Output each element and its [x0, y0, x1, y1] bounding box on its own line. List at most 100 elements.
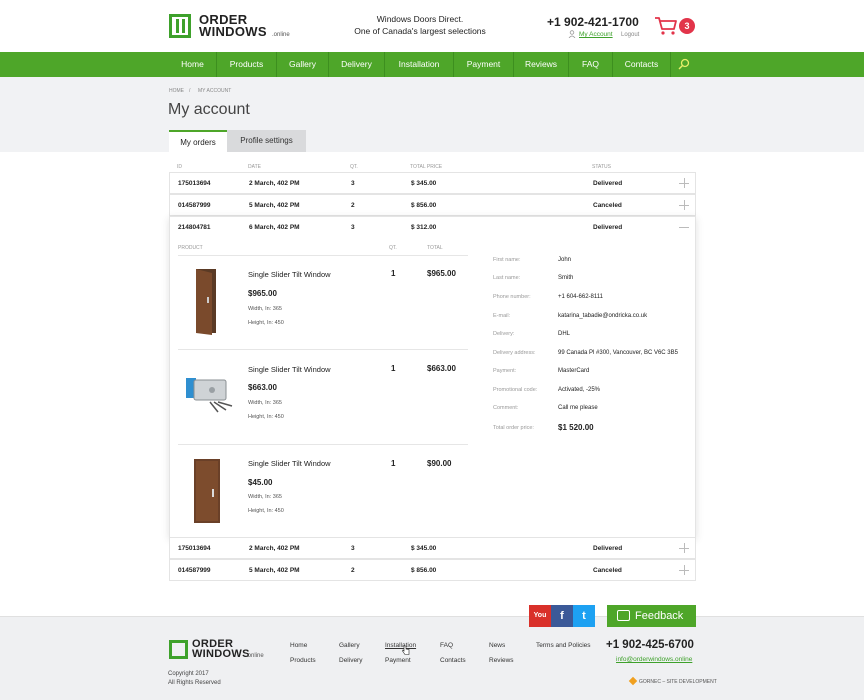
footer-logo-windows[interactable]: WINDOWS [192, 649, 250, 660]
product-name[interactable]: Single Slider Tilt Window [248, 365, 331, 374]
footer-link-installation[interactable]: Installation [385, 642, 416, 649]
info-value-address: 99 Canada Pl #300, Vancouver, BC V6C 3B5 [558, 350, 678, 356]
order-id: 175013694 [178, 545, 211, 552]
tab-profile-settings[interactable]: Profile settings [227, 130, 306, 152]
footer-link-delivery[interactable]: Delivery [339, 657, 362, 664]
product-qty: 1 [391, 459, 396, 468]
order-total: $ 345.00 [411, 545, 437, 552]
product-price: $45.00 [248, 478, 273, 487]
footer-link-faq[interactable]: FAQ [440, 642, 453, 649]
footer-logo-icon[interactable] [169, 640, 188, 659]
feedback-button[interactable]: Feedback [607, 605, 696, 627]
developer-credit[interactable]: GORNEC – SITE DEVELOPMENT [639, 679, 717, 685]
youtube-icon[interactable]: You [529, 605, 551, 627]
info-value-promo: Activated, -25% [558, 387, 601, 393]
footer-link-news[interactable]: News [489, 642, 505, 649]
info-value-payment: MasterCard [558, 368, 590, 374]
chat-icon [617, 610, 630, 621]
product-total: $663.00 [427, 364, 456, 373]
logo-text-windows[interactable]: WINDOWS [199, 25, 267, 38]
order-qty: 2 [351, 202, 355, 209]
expand-plus-icon[interactable] [679, 565, 689, 575]
product-height: Height, In: 450 [248, 320, 284, 326]
order-status: Delivered [593, 224, 623, 231]
nav-contacts[interactable]: Contacts [613, 52, 671, 77]
footer-link-products[interactable]: Products [290, 657, 316, 664]
logout-link[interactable]: Logout [621, 32, 639, 38]
order-qty: 2 [351, 567, 355, 574]
order-total: $ 312.00 [411, 224, 437, 231]
nav-reviews[interactable]: Reviews [514, 52, 569, 77]
table-row[interactable]: 175013694 2 March, 402 PM 3 $ 345.00 Del… [169, 537, 696, 559]
footer-link-payment[interactable]: Payment [385, 657, 411, 664]
info-value-comment: Call me please [558, 405, 598, 411]
nav-payment[interactable]: Payment [454, 52, 514, 77]
logo-icon[interactable] [169, 14, 191, 38]
nav-installation[interactable]: Installation [385, 52, 454, 77]
footer-link-terms[interactable]: Terms and Policies [536, 642, 591, 649]
tab-my-orders[interactable]: My orders [169, 130, 227, 152]
footer-phone[interactable]: +1 902-425-6700 [606, 639, 694, 651]
product-name[interactable]: Single Slider Tilt Window [248, 459, 331, 468]
product-width: Width, In: 365 [248, 306, 282, 312]
expanded-order-row[interactable]: 214804781 6 March, 402 PM 3 $ 312.00 Del… [170, 217, 695, 239]
product-height: Height, In: 450 [248, 508, 284, 514]
info-label-comment: Comment: [493, 405, 519, 411]
collapse-minus-icon[interactable] [679, 222, 689, 232]
footer-link-gallery[interactable]: Gallery [339, 642, 360, 649]
expand-plus-icon[interactable] [679, 178, 689, 188]
info-value-total: $1 520.00 [558, 423, 594, 432]
nav-gallery[interactable]: Gallery [277, 52, 329, 77]
search-icon[interactable] [678, 58, 690, 70]
order-id: 014587999 [178, 202, 211, 209]
order-qty: 3 [351, 180, 355, 187]
account-header-band [0, 77, 864, 152]
cart-icon[interactable] [654, 16, 678, 36]
my-account-link[interactable]: My Account [579, 31, 613, 38]
product-width: Width, In: 365 [248, 494, 282, 500]
info-label-promo: Promotional code: [493, 387, 538, 393]
nav-delivery[interactable]: Delivery [329, 52, 385, 77]
twitter-icon[interactable]: t [573, 605, 595, 627]
lock-product-image[interactable] [182, 372, 240, 414]
order-id: 014587999 [178, 567, 211, 574]
nav-faq[interactable]: FAQ [569, 52, 613, 77]
info-value-first-name: John [558, 257, 572, 263]
door-product-image[interactable] [188, 455, 228, 527]
product-total-header: TOTAL [427, 245, 443, 251]
footer-link-contacts[interactable]: Contacts [440, 657, 466, 664]
product-height: Height, In: 450 [248, 414, 284, 420]
footer-email[interactable]: info@orderwindows.online [616, 656, 692, 663]
divider [178, 255, 468, 256]
col-header-qty: QT. [350, 164, 358, 170]
expand-plus-icon[interactable] [679, 200, 689, 210]
door-product-image[interactable] [186, 265, 226, 337]
info-value-last-name: Smith [558, 275, 574, 281]
info-label-email: E-mail: [493, 313, 511, 319]
product-width: Width, In: 365 [248, 400, 282, 406]
order-total: $ 856.00 [411, 567, 437, 574]
header-phone[interactable]: +1 902-421-1700 [547, 15, 639, 29]
table-row[interactable]: 175013694 2 March, 402 PM 3 $ 345.00 Del… [169, 172, 696, 194]
user-icon [568, 30, 576, 39]
nav-home[interactable]: Home [169, 52, 217, 77]
table-row[interactable]: 014587999 5 March, 402 PM 2 $ 856.00 Can… [169, 194, 696, 216]
order-date: 5 March, 402 PM [249, 202, 300, 209]
facebook-icon[interactable]: f [551, 605, 573, 627]
nav-products[interactable]: Products [217, 52, 277, 77]
product-name[interactable]: Single Slider Tilt Window [248, 270, 331, 279]
cart-count-badge[interactable]: 3 [679, 18, 695, 34]
footer-link-reviews[interactable]: Reviews [489, 657, 514, 664]
order-id: 175013694 [178, 180, 211, 187]
info-value-email: katarina_tabadie@ondricka.co.uk [558, 313, 648, 319]
breadcrumb-home[interactable]: HOME [169, 88, 184, 94]
footer-link-home[interactable]: Home [290, 642, 307, 649]
order-id: 214804781 [178, 224, 211, 231]
expand-plus-icon[interactable] [679, 543, 689, 553]
copyright-year: Copyright 2017 [168, 671, 209, 677]
divider [178, 349, 468, 350]
product-qty-header: QT. [389, 245, 397, 251]
col-header-date: DATE [248, 164, 261, 170]
info-label-payment: Payment: [493, 368, 517, 374]
table-row[interactable]: 014587999 5 March, 402 PM 2 $ 856.00 Can… [169, 559, 696, 581]
